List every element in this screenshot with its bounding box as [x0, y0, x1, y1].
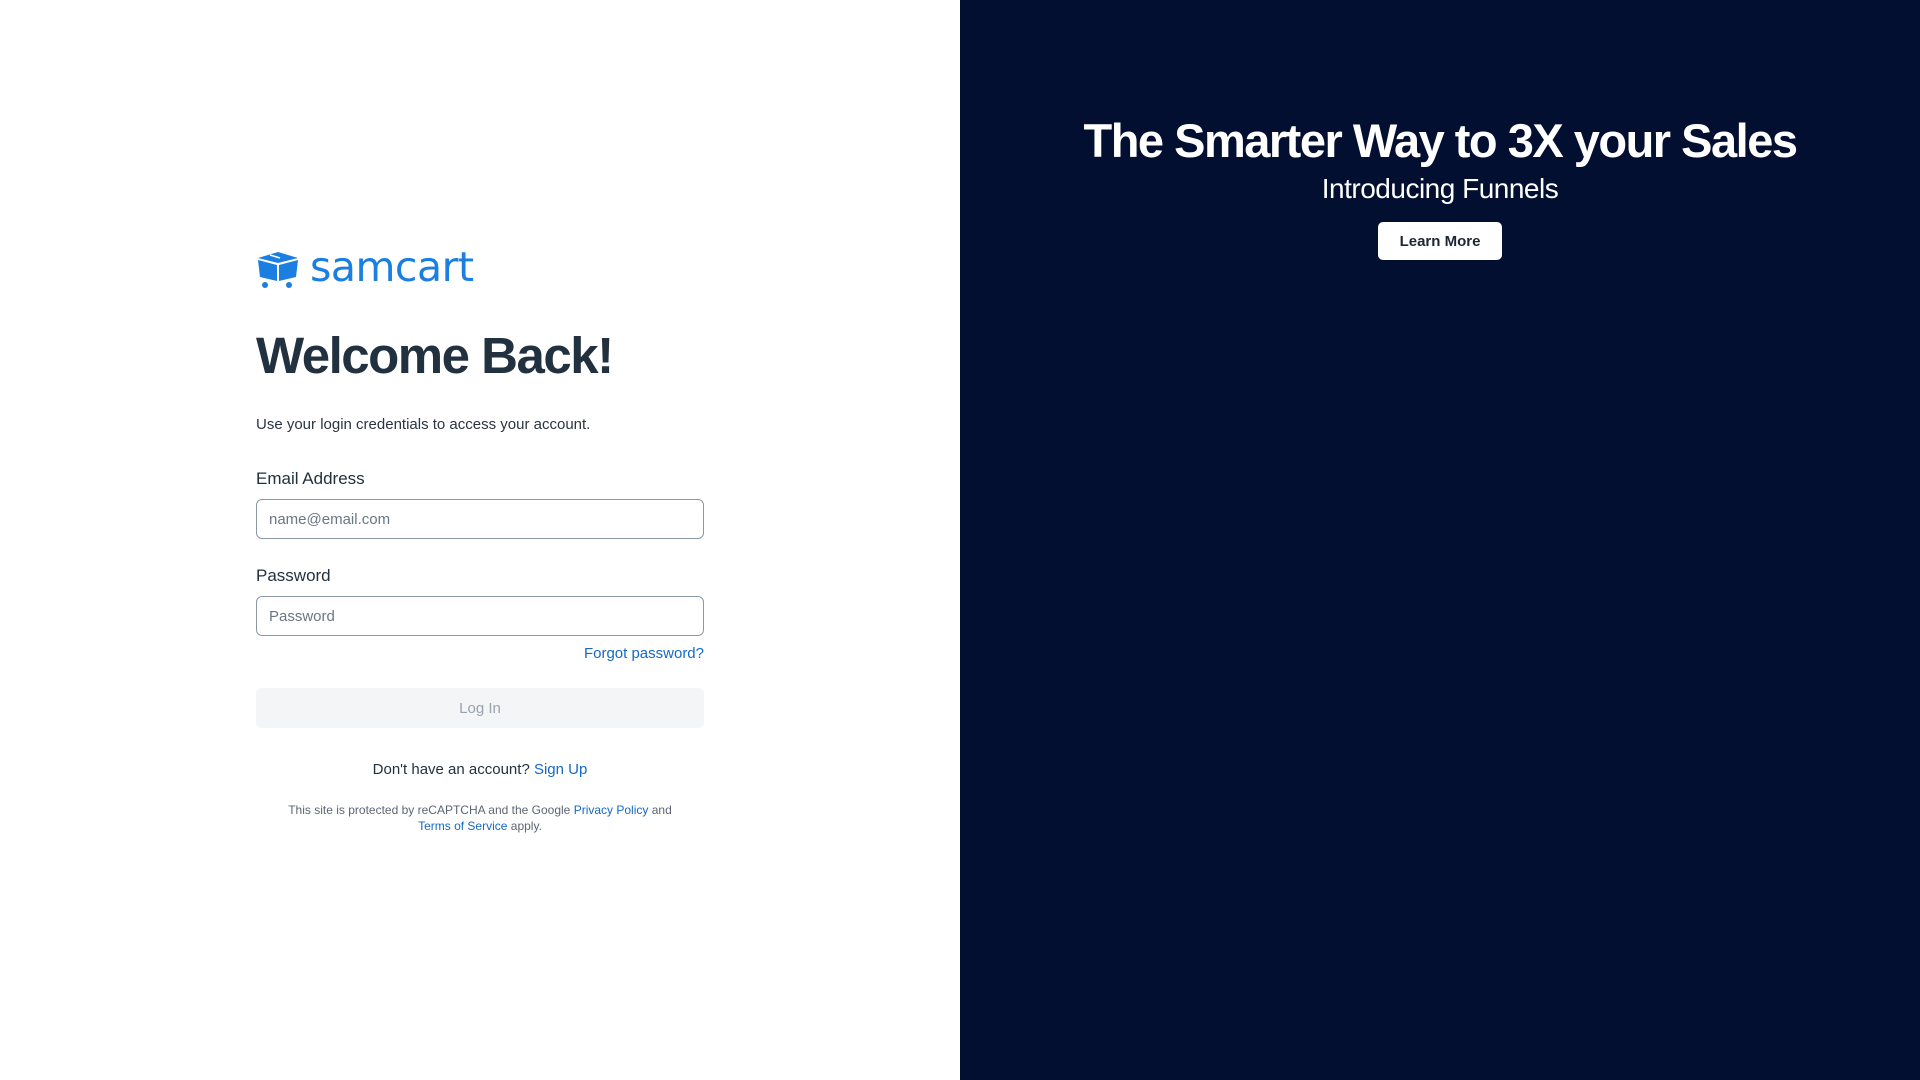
page-title: Welcome Back! — [256, 327, 614, 384]
password-field[interactable] — [256, 596, 704, 636]
signup-link[interactable]: Sign Up — [534, 761, 587, 778]
learn-more-button[interactable]: Learn More — [1378, 222, 1502, 260]
forgot-password-link[interactable]: Forgot password? — [584, 645, 704, 662]
privacy-policy-link[interactable]: Privacy Policy — [574, 803, 649, 817]
email-field[interactable] — [256, 499, 704, 539]
login-page: samcart Welcome Back! Use your login cre… — [0, 0, 1920, 1080]
email-label: Email Address — [256, 469, 365, 488]
terms-of-service-link[interactable]: Terms of Service — [418, 819, 507, 833]
recaptcha-apply: apply. — [510, 819, 542, 833]
recaptcha-text: This site is protected by reCAPTCHA and … — [288, 803, 571, 817]
login-subtitle: Use your login credentials to access you… — [256, 416, 591, 433]
recaptcha-and: and — [651, 803, 672, 817]
promo-panel: The Smarter Way to 3X your Sales Introdu… — [960, 0, 1920, 1080]
signup-prompt: Don't have an account? — [372, 761, 530, 778]
promo-headline: The Smarter Way to 3X your Sales — [1083, 114, 1798, 167]
forgot-password-row: Forgot password? — [256, 644, 704, 664]
promo-content: The Smarter Way to 3X your Sales Introdu… — [960, 112, 1920, 260]
samcart-logo[interactable]: samcart — [256, 243, 704, 291]
brand-name: samcart — [310, 243, 474, 291]
promo-subheadline: Introducing Funnels — [1321, 173, 1559, 204]
login-button[interactable]: Log In — [256, 688, 704, 728]
signup-row: Don't have an account? Sign Up — [256, 760, 704, 780]
cart-box-icon — [258, 252, 298, 288]
login-form: samcart Welcome Back! Use your login cre… — [256, 243, 704, 834]
password-label: Password — [256, 566, 331, 585]
recaptcha-notice: This site is protected by reCAPTCHA and … — [256, 802, 704, 834]
login-panel: samcart Welcome Back! Use your login cre… — [0, 0, 960, 1080]
